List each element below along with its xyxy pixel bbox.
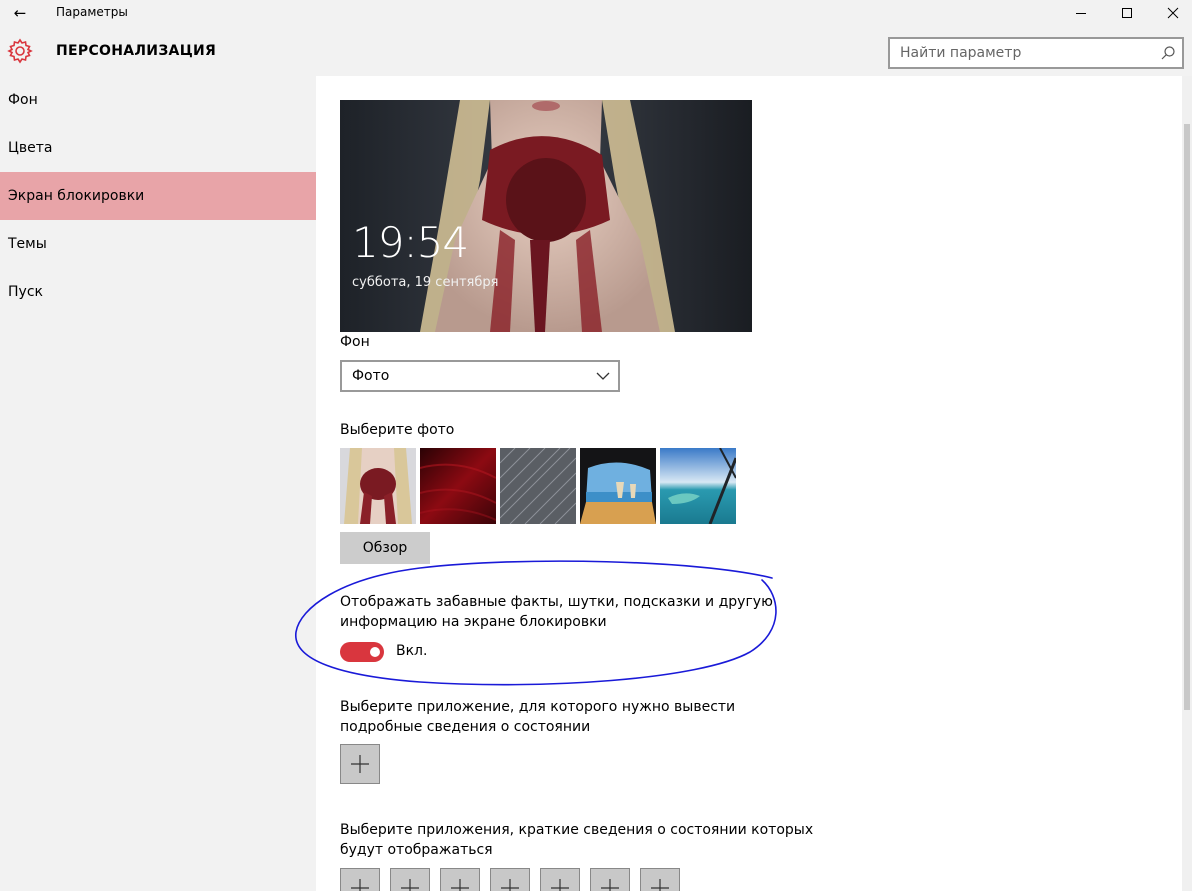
plus-icon (451, 879, 469, 891)
thumbnail-image (660, 448, 736, 524)
maximize-icon (1122, 8, 1132, 18)
sidebar-item-start[interactable]: Пуск (0, 268, 316, 316)
maximize-button[interactable] (1103, 0, 1151, 26)
sidebar-item-label: Фон (8, 92, 38, 108)
photo-thumbnail-5[interactable] (660, 448, 736, 524)
add-quick-status-app-button-3[interactable] (440, 868, 480, 891)
sidebar: Фон Цвета Экран блокировки Темы Пуск (0, 76, 316, 891)
minimize-button[interactable] (1057, 0, 1105, 26)
sidebar-item-label: Темы (8, 236, 47, 252)
search-input[interactable] (890, 39, 1150, 67)
preview-time: 19:54 (352, 218, 469, 267)
plus-icon (601, 879, 619, 891)
photo-thumbnail-3[interactable] (500, 448, 576, 524)
sidebar-item-label: Экран блокировки (8, 188, 145, 204)
add-detailed-status-app-button[interactable] (340, 744, 380, 784)
sidebar-item-label: Цвета (8, 140, 53, 156)
lock-screen-preview: 19:54 суббота, 19 сентября (340, 100, 752, 332)
plus-icon (401, 879, 419, 891)
photo-thumbnail-1[interactable] (340, 448, 416, 524)
close-icon (1167, 7, 1179, 19)
minimize-icon (1076, 13, 1086, 14)
plus-icon (351, 755, 369, 773)
sidebar-item-background[interactable]: Фон (0, 76, 316, 124)
browse-button-label: Обзор (362, 540, 408, 556)
title-bar: ← Параметры (0, 0, 1192, 26)
plus-icon (651, 879, 669, 891)
background-selected-value: Фото (352, 368, 390, 384)
thumbnail-image (420, 448, 496, 524)
gear-icon (7, 38, 33, 64)
choose-photo-label: Выберите фото (340, 422, 455, 438)
search-icon[interactable] (1160, 45, 1176, 61)
add-quick-status-app-button-1[interactable] (340, 868, 380, 891)
add-quick-status-app-button-2[interactable] (390, 868, 430, 891)
sidebar-item-lock-screen[interactable]: Экран блокировки (0, 172, 316, 220)
photo-thumbnail-2[interactable] (420, 448, 496, 524)
add-quick-status-app-button-6[interactable] (590, 868, 630, 891)
add-quick-status-app-button-5[interactable] (540, 868, 580, 891)
browse-button[interactable]: Обзор (340, 532, 430, 564)
photo-thumbnail-4[interactable] (580, 448, 656, 524)
toggle-knob (370, 647, 380, 657)
detailed-status-label-line2: подробные сведения о состоянии (340, 719, 591, 735)
window-title: Параметры (56, 5, 128, 19)
content-pane: 19:54 суббота, 19 сентября Фон Фото Выбе… (316, 76, 1182, 891)
fun-facts-toggle[interactable] (340, 642, 384, 662)
fun-facts-label-line1: Отображать забавные факты, шутки, подска… (340, 594, 773, 610)
chevron-down-icon (596, 372, 610, 380)
thumbnail-image (580, 448, 656, 524)
thumbnail-image (340, 448, 416, 524)
close-button[interactable] (1149, 0, 1192, 26)
fun-facts-label-line2: информацию на экране блокировки (340, 614, 607, 630)
background-dropdown[interactable]: Фото (340, 360, 620, 392)
plus-icon (501, 879, 519, 891)
add-quick-status-app-button-4[interactable] (490, 868, 530, 891)
sidebar-item-colors[interactable]: Цвета (0, 124, 316, 172)
back-arrow-icon: ← (13, 4, 27, 22)
background-label: Фон (340, 334, 370, 350)
detailed-status-label-line1: Выберите приложение, для которого нужно … (340, 699, 736, 715)
preview-image (340, 100, 752, 332)
page-title: ПЕРСОНАЛИЗАЦИЯ (56, 43, 217, 59)
quick-status-label-line1: Выберите приложения, краткие сведения о … (340, 822, 814, 838)
content-scrollbar[interactable] (1182, 76, 1192, 891)
sidebar-item-label: Пуск (8, 284, 43, 300)
settings-header: ПЕРСОНАЛИЗАЦИЯ (0, 26, 1192, 76)
sidebar-item-themes[interactable]: Темы (0, 220, 316, 268)
toggle-state-label: Вкл. (396, 643, 428, 659)
search-box[interactable] (888, 37, 1184, 69)
add-quick-status-app-button-7[interactable] (640, 868, 680, 891)
back-button[interactable]: ← (0, 0, 40, 26)
preview-date: суббота, 19 сентября (352, 275, 499, 290)
plus-icon (551, 879, 569, 891)
thumbnail-image (500, 448, 576, 524)
plus-icon (351, 879, 369, 891)
quick-status-label-line2: будут отображаться (340, 842, 493, 858)
scrollbar-thumb[interactable] (1184, 124, 1190, 710)
